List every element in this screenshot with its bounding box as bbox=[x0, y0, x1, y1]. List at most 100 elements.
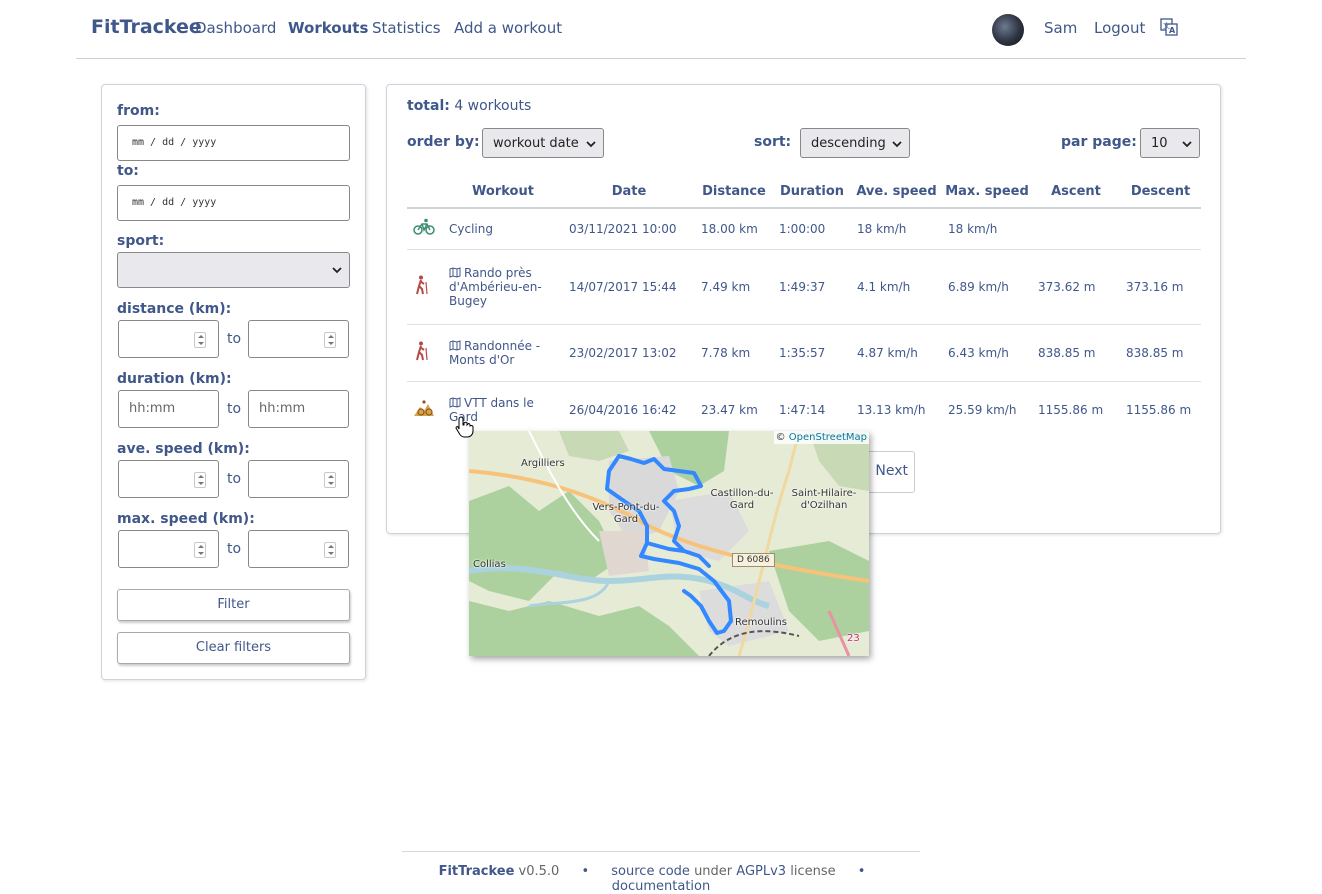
license-link[interactable]: AGPLv3 bbox=[736, 864, 786, 879]
ave-speed-min-input[interactable] bbox=[118, 460, 219, 498]
road-label: D 6086 bbox=[732, 553, 775, 567]
nav-add-workout[interactable]: Add a workout bbox=[454, 19, 562, 37]
ascent-cell: 373.62 m bbox=[1032, 249, 1120, 325]
translate-icon[interactable]: 文 A bbox=[1160, 18, 1178, 40]
app-logo[interactable]: FitTrackee bbox=[91, 16, 202, 38]
descent-cell: 838.85 m bbox=[1120, 324, 1201, 382]
logout-link[interactable]: Logout bbox=[1094, 19, 1145, 37]
table-row[interactable]: Cycling 03/11/2021 10:00 18.00 km 1:00:0… bbox=[407, 208, 1201, 250]
hiking-icon bbox=[413, 275, 431, 298]
sport-select[interactable] bbox=[117, 252, 350, 288]
map-label-remoulins: Remoulins bbox=[735, 617, 787, 628]
sort-label: sort: bbox=[754, 134, 792, 150]
footer-license: license bbox=[790, 864, 836, 879]
ave-speed-cell: 18 km/h bbox=[851, 208, 942, 250]
distance-max-input[interactable] bbox=[248, 320, 349, 358]
ave-speed-cell: 4.87 km/h bbox=[851, 324, 942, 382]
ave-speed-max-input[interactable] bbox=[248, 460, 349, 498]
per-page-value: 10 bbox=[1151, 136, 1168, 151]
workout-link[interactable]: Rando près d'Ambérieu-en-Bugey bbox=[449, 266, 542, 308]
footer: FitTrackee v0.5.0 • source code under AG… bbox=[402, 851, 920, 894]
chevron-down-icon bbox=[586, 141, 596, 148]
max-speed-max-input[interactable] bbox=[248, 530, 349, 568]
duration-cell: 1:49:37 bbox=[773, 249, 851, 325]
attribution-prefix: © bbox=[775, 432, 786, 443]
source-code-link[interactable]: source code bbox=[611, 864, 690, 879]
workout-name-cell: Cycling bbox=[443, 208, 563, 250]
hand-cursor-icon bbox=[455, 416, 474, 438]
ascent-cell: 838.85 m bbox=[1032, 324, 1120, 382]
mountain-bike-icon bbox=[413, 399, 435, 420]
max-speed-to-text: to bbox=[227, 541, 242, 557]
order-by-label: order by: bbox=[407, 134, 480, 150]
documentation-link[interactable]: documentation bbox=[612, 879, 710, 894]
nav-workouts[interactable]: Workouts bbox=[288, 19, 368, 37]
per-page-label: par page: bbox=[1061, 134, 1137, 150]
col-ascent: Ascent bbox=[1032, 175, 1120, 209]
distance-cell: 7.49 km bbox=[695, 249, 773, 325]
col-duration: Duration bbox=[773, 175, 851, 209]
max-speed-min-input[interactable] bbox=[118, 530, 219, 568]
map-label-collias: Collias bbox=[473, 559, 506, 570]
order-by-select[interactable]: workout date bbox=[482, 128, 604, 158]
sport-cell bbox=[407, 249, 443, 325]
workout-map-preview[interactable]: Argilliers Castillon-du-Gard Saint-Hilai… bbox=[469, 431, 869, 656]
stepper-icon[interactable] bbox=[324, 472, 336, 488]
workouts-total: total: 4 workouts bbox=[407, 98, 531, 114]
ascent-cell: 1155.86 m bbox=[1038, 402, 1104, 417]
duration-cell: 1:00:00 bbox=[773, 208, 851, 250]
descent-cell: 1155.86 m bbox=[1126, 402, 1192, 417]
col-max-speed: Max. speed bbox=[942, 175, 1032, 209]
openstreetmap-link[interactable]: OpenStreetMap bbox=[789, 432, 867, 443]
sport-cell bbox=[407, 381, 443, 438]
sort-select[interactable]: descending bbox=[800, 128, 910, 158]
descent-cell bbox=[1120, 208, 1201, 250]
table-row[interactable]: VTT dans le Gard 26/04/2016 16:42 23.47 … bbox=[407, 381, 1201, 438]
workout-link[interactable]: Cycling bbox=[449, 222, 493, 236]
duration-max-input[interactable]: hh:mm bbox=[248, 390, 349, 428]
distance-to-text: to bbox=[227, 331, 242, 347]
stepper-icon[interactable] bbox=[194, 332, 206, 348]
stepper-icon[interactable] bbox=[324, 332, 336, 348]
to-label: to: bbox=[117, 163, 139, 179]
to-date-input[interactable]: mm / dd / yyyy bbox=[117, 185, 350, 221]
avatar[interactable] bbox=[992, 14, 1024, 46]
ave-speed-label: ave. speed (km): bbox=[117, 441, 250, 457]
cycling-icon bbox=[413, 218, 435, 239]
table-row[interactable]: Rando près d'Ambérieu-en-Bugey 14/07/201… bbox=[407, 249, 1201, 325]
stepper-icon[interactable] bbox=[194, 472, 206, 488]
date-cell: 14/07/2017 15:44 bbox=[563, 249, 695, 325]
col-distance: Distance bbox=[695, 175, 773, 209]
sort-value: descending bbox=[811, 136, 886, 151]
max-speed-cell: 6.43 km/h bbox=[942, 324, 1032, 382]
total-value: 4 workouts bbox=[454, 98, 532, 114]
distance-cell: 23.47 km bbox=[701, 402, 758, 417]
footer-version: v0.5.0 bbox=[518, 864, 560, 879]
date-cell: 03/11/2021 10:00 bbox=[563, 208, 695, 250]
per-page-select[interactable]: 10 bbox=[1140, 128, 1200, 158]
distance-cell: 18.00 km bbox=[695, 208, 773, 250]
filters-panel: from: mm / dd / yyyy to: mm / dd / yyyy … bbox=[101, 84, 366, 680]
footer-app-name: FitTrackee bbox=[438, 864, 515, 879]
duration-min-input[interactable]: hh:mm bbox=[118, 390, 219, 428]
table-header-row: Workout Date Distance Duration Ave. spee… bbox=[407, 175, 1201, 209]
table-row[interactable]: Randonnée - Monts d'Or 23/02/2017 13:02 … bbox=[407, 324, 1201, 382]
distance-min-input[interactable] bbox=[118, 320, 219, 358]
col-descent: Descent bbox=[1120, 175, 1201, 209]
filter-button[interactable]: Filter bbox=[117, 589, 350, 621]
distance-label: distance (km): bbox=[117, 301, 232, 317]
nav-dashboard[interactable]: Dashboard bbox=[195, 19, 276, 37]
col-date: Date bbox=[563, 175, 695, 209]
distance-cell: 7.78 km bbox=[695, 324, 773, 382]
duration-label: duration (km): bbox=[117, 371, 232, 387]
stepper-icon[interactable] bbox=[194, 542, 206, 558]
nav-user[interactable]: Sam bbox=[1044, 19, 1077, 37]
map-icon bbox=[449, 266, 461, 278]
stepper-icon[interactable] bbox=[324, 542, 336, 558]
nav-statistics[interactable]: Statistics bbox=[372, 19, 441, 37]
workout-link[interactable]: Randonnée - Monts d'Or bbox=[449, 339, 540, 367]
clear-filters-button[interactable]: Clear filters bbox=[117, 632, 350, 664]
chevron-down-icon bbox=[1182, 141, 1192, 148]
from-date-input[interactable]: mm / dd / yyyy bbox=[117, 125, 350, 161]
max-speed-cell: 18 km/h bbox=[942, 208, 1032, 250]
